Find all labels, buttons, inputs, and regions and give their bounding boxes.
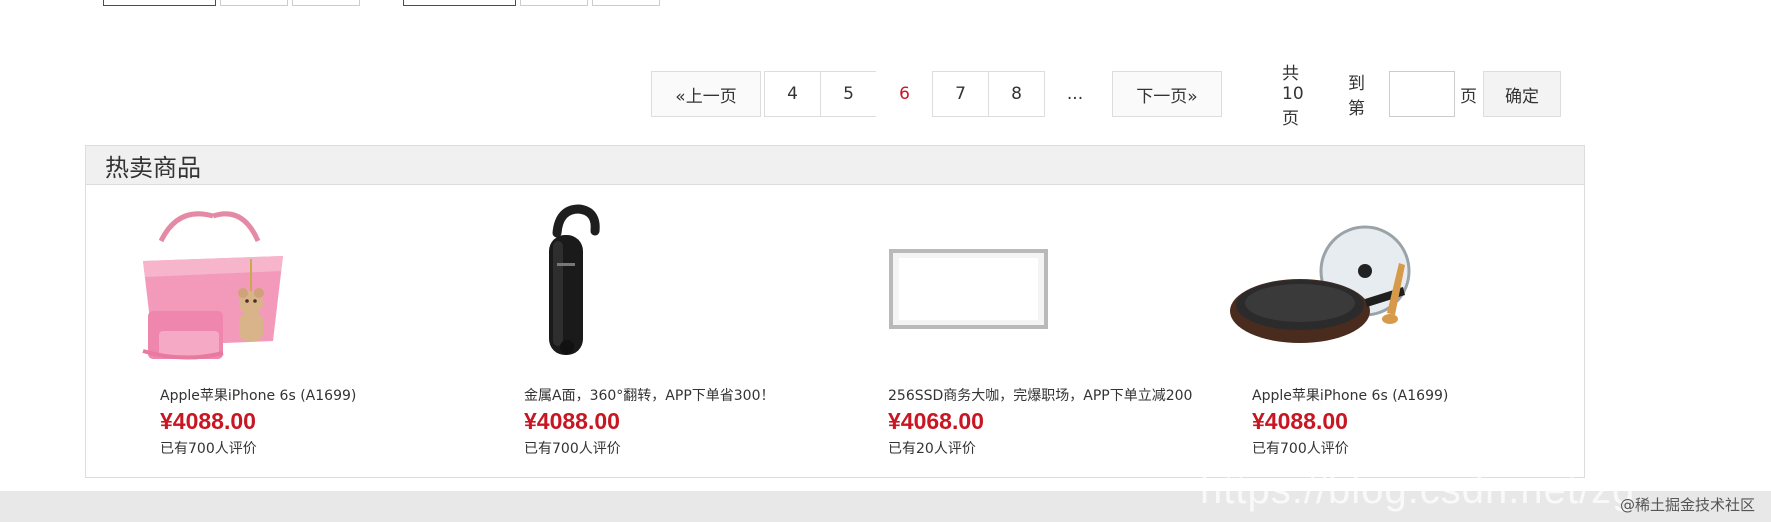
hot-goods-panel: 热卖商品 Apple苹果iPhone 6s (A1699) ¥4088.00 已…	[85, 145, 1585, 478]
pagination-ellipsis: ...	[1066, 84, 1084, 104]
goods-comments: 已有20人评价	[888, 441, 976, 457]
page-button-7[interactable]: 7	[932, 71, 989, 117]
goods-name[interactable]: 256SSD商务大咖，完爆职场，APP下单立减200	[888, 385, 1192, 405]
goods-price: ¥4088.00	[1252, 408, 1348, 434]
page-button-4[interactable]: 4	[764, 71, 821, 117]
goods-item[interactable]: Apple苹果iPhone 6s (A1699) ¥4088.00 已有700人…	[123, 201, 453, 457]
next-page-button[interactable]: 下一页»	[1112, 71, 1222, 117]
goto-page-label: 到第	[1348, 74, 1365, 119]
page-button-8[interactable]: 8	[988, 71, 1045, 117]
goods-item[interactable]: 256SSD商务大咖，完爆职场，APP下单立减200 ¥4068.00 已有20…	[851, 201, 1192, 457]
goods-price: ¥4068.00	[888, 408, 984, 434]
goods-name[interactable]: Apple苹果iPhone 6s (A1699)	[1252, 385, 1448, 405]
top-partial-button[interactable]	[403, 0, 516, 6]
top-partial-button[interactable]	[520, 0, 588, 6]
watermark-credit: @稀土掘金技术社区	[1619, 496, 1755, 514]
bluetooth-headset-image[interactable]	[487, 201, 687, 386]
top-partial-button[interactable]	[592, 0, 660, 6]
goods-item[interactable]: Apple苹果iPhone 6s (A1699) ¥4088.00 已有700人…	[1215, 201, 1545, 457]
watermark-url: https://blog.csdn.net/zg	[1200, 468, 1636, 512]
pink-handbag-image[interactable]	[123, 201, 323, 386]
goods-item[interactable]: 金属A面，360°翻转，APP下单省300！ ¥4088.00 已有700人评价	[487, 201, 817, 457]
page-unit-label: 页	[1460, 86, 1477, 107]
goods-comments: 已有700人评价	[1252, 441, 1349, 457]
page-button-5[interactable]: 5	[820, 71, 877, 117]
goods-comments: 已有700人评价	[524, 441, 621, 457]
goods-name[interactable]: Apple苹果iPhone 6s (A1699)	[160, 385, 356, 405]
goods-price: ¥4088.00	[524, 408, 620, 434]
page-button-current[interactable]: 6	[876, 71, 933, 117]
confirm-page-button[interactable]: 确定	[1483, 71, 1561, 117]
top-partial-button[interactable]	[220, 0, 288, 6]
goods-name[interactable]: 金属A面，360°翻转，APP下单省300！	[524, 385, 774, 405]
prev-page-button[interactable]: «上一页	[651, 71, 761, 117]
goods-price: ¥4088.00	[160, 408, 256, 434]
total-pages-label: 共10页	[1282, 64, 1304, 129]
hot-goods-title: 热卖商品	[86, 146, 1584, 185]
goto-page-input[interactable]	[1389, 71, 1455, 117]
top-partial-button[interactable]	[103, 0, 216, 6]
goods-comments: 已有700人评价	[160, 441, 257, 457]
frying-pan-image[interactable]	[1215, 201, 1415, 386]
led-panel-image[interactable]	[851, 201, 1051, 386]
top-partial-button[interactable]	[292, 0, 360, 6]
